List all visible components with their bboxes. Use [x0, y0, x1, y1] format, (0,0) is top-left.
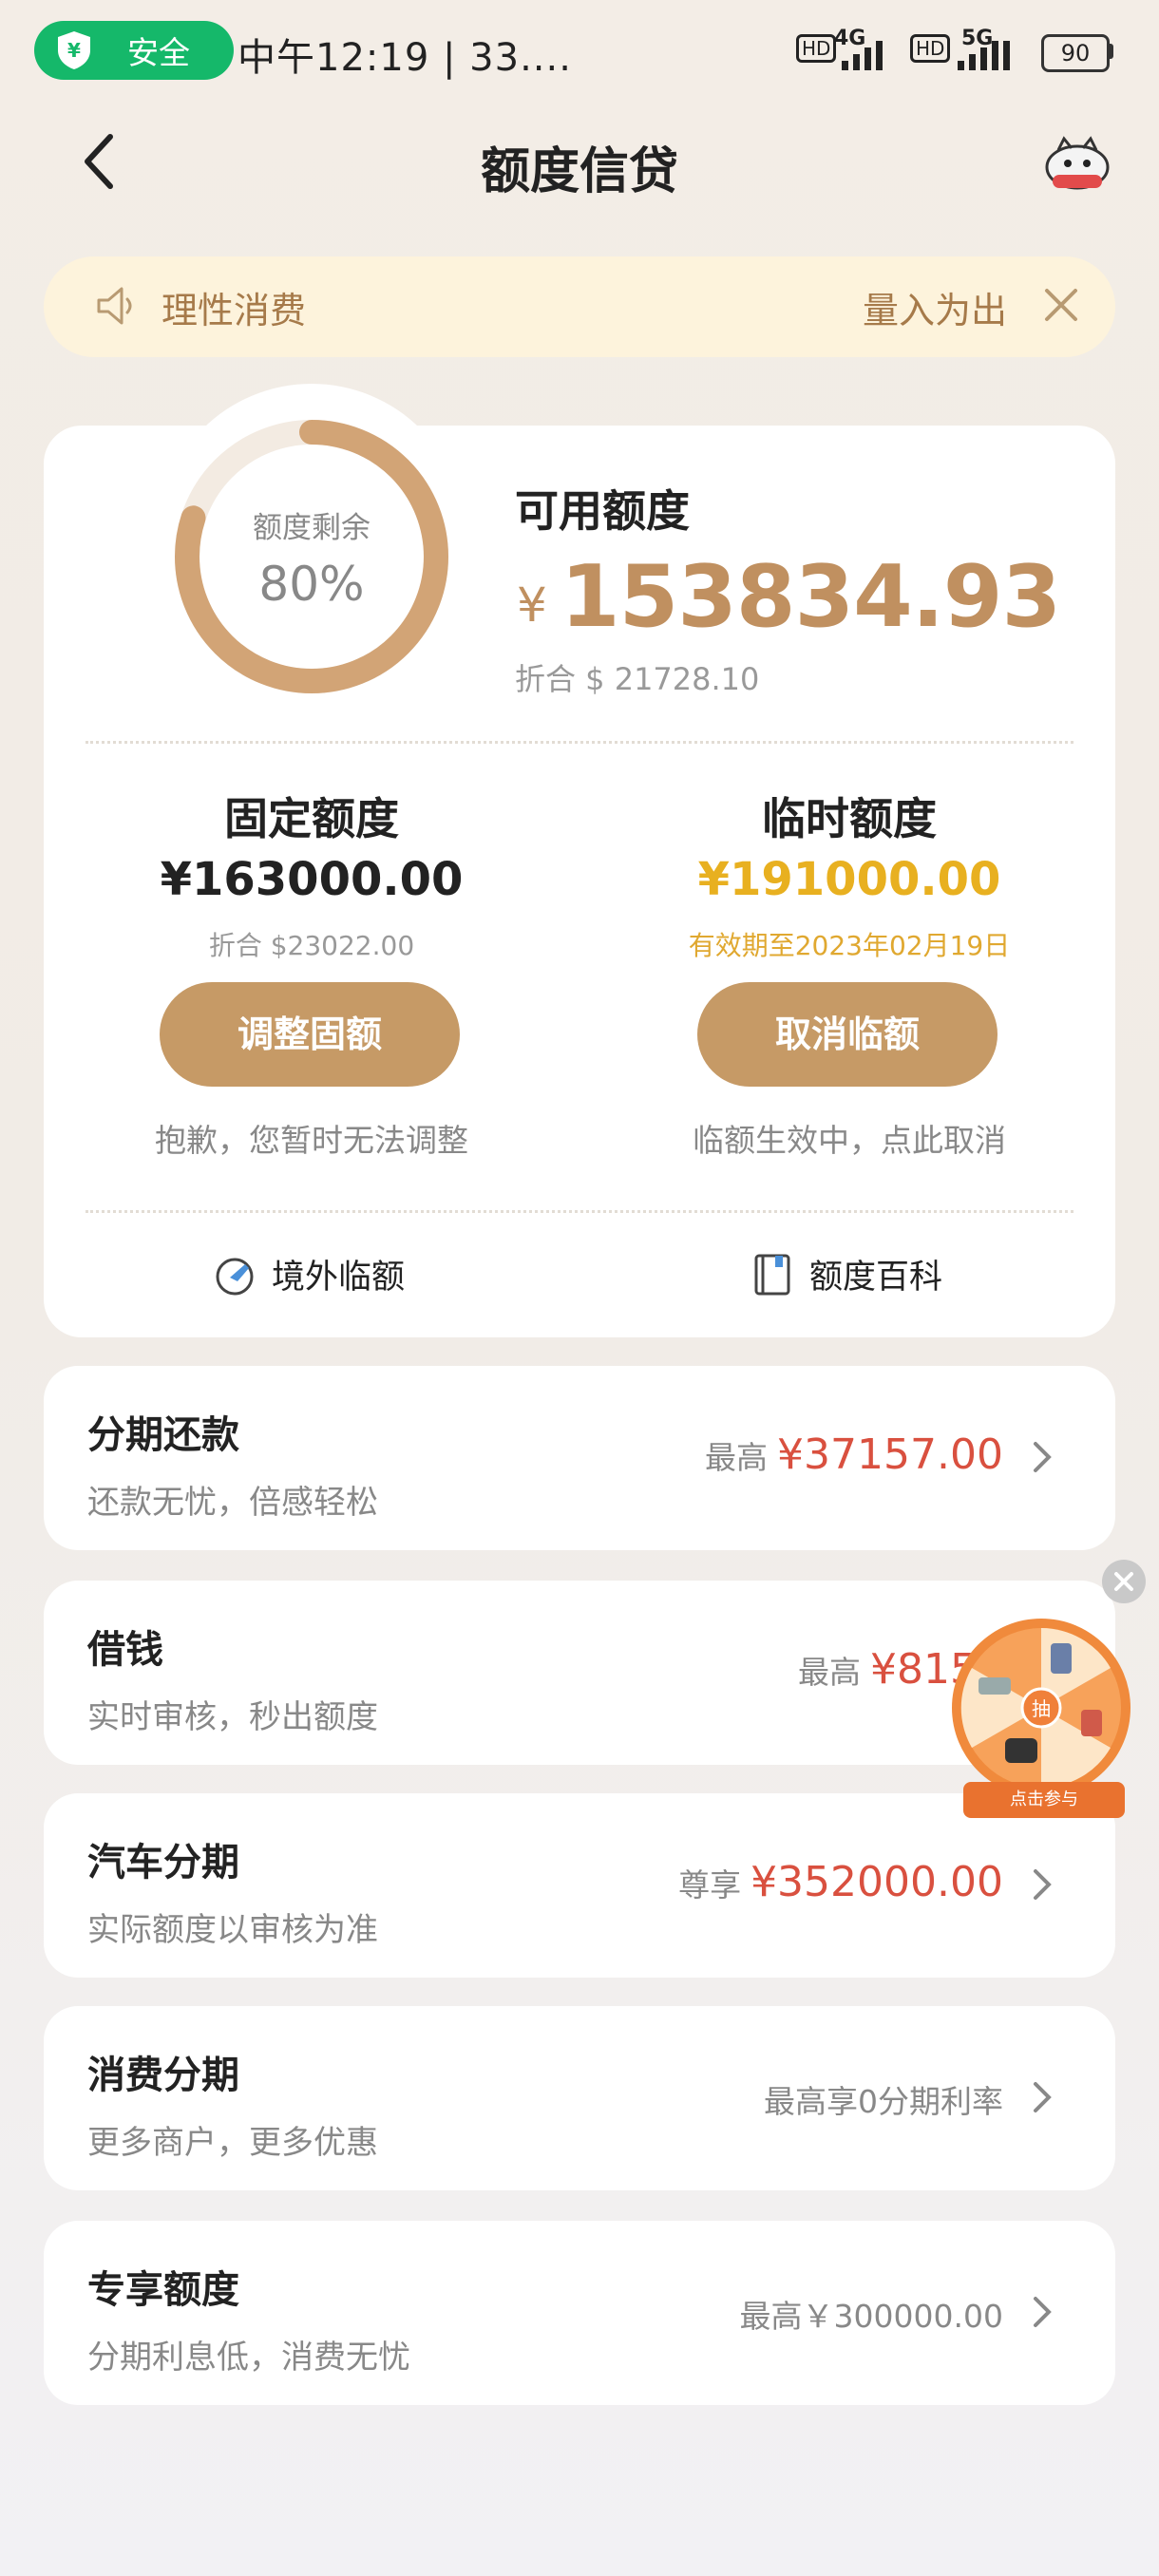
overseas-temp-credit-link[interactable]: 境外临额	[213, 1250, 405, 1298]
fixed-credit-title: 固定额度	[224, 793, 399, 844]
floating-close-button[interactable]	[1102, 1560, 1146, 1603]
mascot-icon[interactable]	[1043, 135, 1112, 194]
overseas-temp-credit-label: 境外临额	[272, 1259, 406, 1297]
ring-label: 额度剩余	[253, 511, 370, 545]
credit-wiki-label: 额度百科	[809, 1259, 943, 1297]
row-subtitle: 实时审核，秒出额度	[87, 1698, 378, 1736]
temp-credit-amount: ¥191000.00	[697, 853, 1001, 906]
temp-credit-note[interactable]: 临额生效中，点此取消	[564, 1115, 1134, 1161]
available-credit-label: 可用额度	[515, 485, 690, 537]
close-icon	[1114, 1572, 1133, 1591]
signal-icon-2	[958, 41, 1010, 70]
row-value-amount: ¥37157.00	[777, 1430, 1003, 1479]
wheel-center-label: 抽	[1032, 1697, 1051, 1720]
adjust-fixed-credit-button[interactable]: 调整固额	[160, 982, 460, 1087]
row-title: 消费分期	[87, 2054, 239, 2097]
close-icon[interactable]	[1043, 287, 1079, 323]
row-value: 最高享0分期利率	[764, 2083, 1003, 2120]
row-value-amount: ¥352000.00	[750, 1858, 1003, 1906]
available-credit-amount: 153834.93	[560, 547, 1061, 647]
notice-left-text: 理性消费	[162, 290, 307, 331]
row-subtitle: 分期利息低，消费无忧	[87, 2339, 410, 2377]
list-item-car-installment[interactable]: 汽车分期 实际额度以审核为准 尊享 ¥352000.00	[44, 1793, 1115, 1978]
chevron-right-icon	[1034, 1869, 1052, 1900]
chevron-right-icon	[1034, 2082, 1052, 2112]
row-value: 最高￥300000.00	[739, 2298, 1003, 2335]
list-item-exclusive-credit[interactable]: 专享额度 分期利息低，消费无忧 最高￥300000.00	[44, 2221, 1115, 2405]
shield-icon: ¥	[58, 31, 90, 69]
cancel-temp-credit-button[interactable]: 取消临额	[697, 982, 998, 1087]
row-title: 汽车分期	[87, 1841, 239, 1885]
page-title: 额度信贷	[480, 143, 678, 200]
svg-text:¥: ¥	[67, 39, 81, 62]
available-currency: ¥	[517, 578, 547, 633]
status-time: 中午12:19 | 33....	[238, 36, 572, 80]
signal-icon	[842, 41, 883, 70]
row-subtitle: 还款无忧，倍感轻松	[87, 1484, 378, 1522]
temp-credit-validity: 有效期至2023年02月19日	[688, 930, 1011, 961]
available-credit-converted: 折合 $ 21728.10	[515, 661, 760, 697]
hd-badge: HD	[796, 34, 837, 63]
credit-wiki-link[interactable]: 额度百科	[750, 1250, 942, 1298]
plane-globe-icon	[216, 1258, 254, 1295]
row-value: 最高 ¥37157.00	[705, 1430, 1003, 1479]
lottery-wheel-icon[interactable]: 抽	[948, 1615, 1134, 1801]
security-label: 安全	[127, 34, 190, 71]
fixed-credit-note: 抱歉，您暂时无法调整	[155, 1122, 468, 1159]
row-value-prefix: 最高	[798, 1654, 862, 1691]
notice-bar: 理性消费 量入为出	[44, 256, 1115, 357]
row-subtitle: 实际额度以审核为准	[87, 1911, 378, 1949]
row-title: 专享额度	[87, 2268, 239, 2312]
divider	[86, 741, 1074, 744]
ring-percent: 80%	[258, 557, 365, 612]
list-item-consumer-installment[interactable]: 消费分期 更多商户，更多优惠 最高享0分期利率	[44, 2006, 1115, 2190]
row-value-prefix: 最高	[705, 1439, 769, 1476]
list-item-installment-repay[interactable]: 分期还款 还款无忧，倍感轻松 最高 ¥37157.00	[44, 1366, 1115, 1550]
temp-credit-title: 临时额度	[762, 793, 937, 844]
book-icon	[754, 1254, 790, 1295]
speaker-icon	[97, 287, 132, 325]
chevron-right-icon	[1034, 2297, 1052, 2327]
lottery-tag[interactable]: 点击参与	[963, 1782, 1125, 1818]
hd-badge-2: HD	[910, 34, 951, 63]
battery-indicator: 90	[1041, 34, 1110, 72]
fixed-credit-converted: 折合 $23022.00	[208, 930, 415, 961]
security-badge[interactable]: ¥ 安全	[34, 21, 234, 80]
divider-2	[86, 1210, 1074, 1213]
row-value-prefix: 尊享	[678, 1866, 742, 1904]
battery-tip	[1108, 44, 1113, 59]
row-title: 分期还款	[87, 1413, 239, 1457]
fixed-credit-amount: ¥163000.00	[160, 853, 464, 906]
notice-right-text: 量入为出	[862, 290, 1007, 331]
row-value: 尊享 ¥352000.00	[678, 1858, 1003, 1906]
chevron-right-icon	[1034, 1442, 1052, 1472]
row-title: 借钱	[87, 1628, 163, 1672]
row-subtitle: 更多商户，更多优惠	[87, 2124, 378, 2162]
